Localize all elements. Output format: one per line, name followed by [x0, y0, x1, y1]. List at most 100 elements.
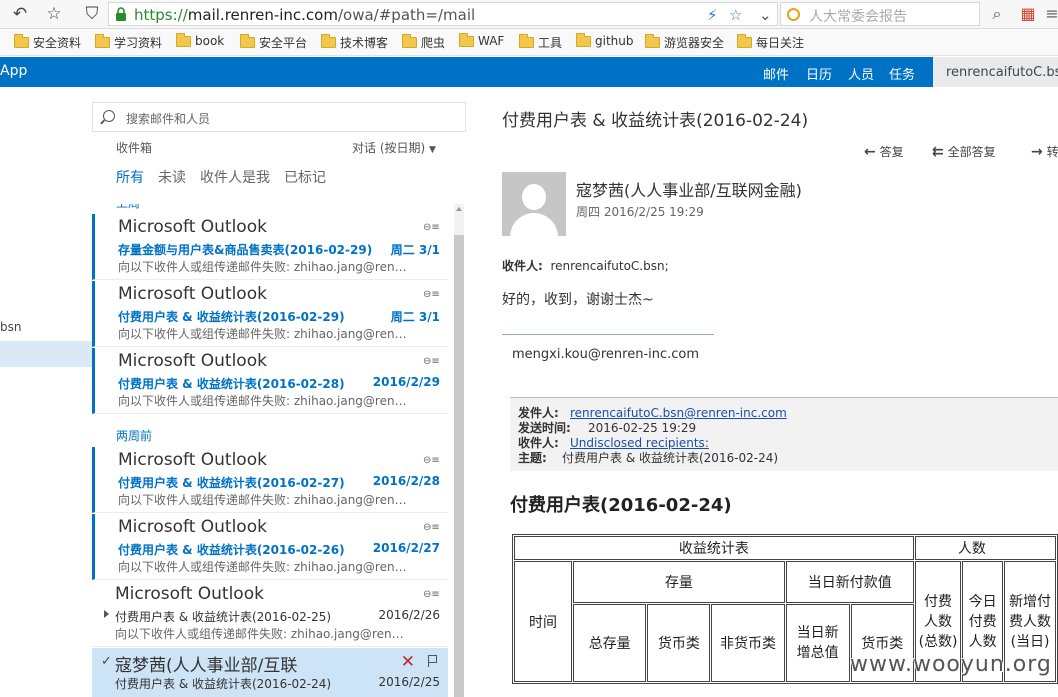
list-scrollbar[interactable]: [454, 204, 464, 697]
bookmark-item[interactable]: 爬虫: [402, 34, 445, 51]
bookmark-item[interactable]: 每日关注: [737, 34, 804, 51]
nav-tasks[interactable]: 任务: [889, 64, 915, 83]
email-body: 好的，收到，谢谢士杰~: [502, 292, 654, 308]
message-preview: 向以下收件人或组传递邮件失败: zhihao.jang@ren…: [115, 627, 404, 641]
nav-people[interactable]: 人员: [848, 64, 874, 83]
app-launcher-label[interactable]: App: [0, 63, 27, 79]
bookmark-item[interactable]: 安全资料: [14, 34, 81, 51]
scrollbar-thumb[interactable]: [454, 235, 464, 697]
message-item[interactable]: Microsoft Outlook ⊖≡ 付费用户表 & 收益统计表(2016-…: [92, 281, 448, 347]
watermark: www.wooyun.org: [850, 652, 1052, 677]
filter-unread[interactable]: 未读: [158, 167, 186, 187]
bookmark-star-icon[interactable]: ☆: [42, 3, 66, 25]
bookmark-item[interactable]: 游览器安全: [645, 34, 724, 51]
table-title: 付费用户表(2016-02-24): [510, 495, 732, 516]
folder-icon: [645, 34, 660, 48]
message-preview: 向以下收件人或组传递邮件失败: zhihao.jang@ren…: [118, 493, 407, 507]
folder-icon: [95, 34, 110, 48]
message-sender: Microsoft Outlook: [115, 584, 264, 604]
message-date: 周二 3/1: [390, 310, 440, 324]
filter-to-me[interactable]: 收件人是我: [200, 167, 270, 187]
sort-dropdown[interactable]: 对话 (按日期) ▼: [352, 139, 436, 156]
shield-icon[interactable]: ⛉: [80, 3, 104, 25]
chevron-down-icon[interactable]: ⌄: [759, 5, 772, 25]
message-subject: 付费用户表 & 收益统计表(2016-02-29): [118, 310, 345, 324]
undeliverable-icon: ⊖≡: [423, 289, 440, 300]
message-sender: 寇梦茜(人人事业部/互联: [115, 656, 298, 676]
bookmark-item[interactable]: 学习资料: [95, 34, 162, 51]
message-preview: 向以下收件人或组传递邮件失败: zhihao.jang@ren…: [118, 327, 407, 341]
quoted-from-link[interactable]: renrencaifutoC.bsn@renren-inc.com: [570, 406, 787, 420]
message-item[interactable]: Microsoft Outlook ⊖≡ 付费用户表 & 收益统计表(2016-…: [92, 447, 448, 513]
nav-calendar[interactable]: 日历: [806, 64, 832, 83]
forward-button[interactable]: → 转: [1031, 143, 1058, 160]
bookmark-item[interactable]: WAF: [459, 32, 504, 48]
checkmark-icon[interactable]: ✓: [101, 654, 112, 669]
folder-title: 收件箱: [116, 141, 153, 155]
folder-icon: [321, 34, 336, 48]
search-placeholder: 搜索邮件和人员: [126, 112, 211, 126]
group-header: 两周前: [116, 429, 153, 443]
sender-name[interactable]: 寇梦茜(人人事业部/互联网金融): [576, 177, 802, 201]
message-item-selected[interactable]: ✓ 寇梦茜(人人事业部/互联 ✕ 付费用户表 & 收益统计表(2016-02-2…: [92, 648, 448, 697]
favorite-star-icon[interactable]: ☆: [729, 5, 742, 25]
folder-icon: [402, 34, 417, 48]
table-header-cell: 时间: [514, 561, 573, 682]
message-preview: 向以下收件人或组传递邮件失败: zhihao.jang@ren…: [118, 260, 407, 274]
bookmarks-bar: 安全资料 学习资料 book 安全平台 技术博客 爬虫 WAF 工具 githu…: [0, 29, 1058, 56]
message-subject: 付费用户表 & 收益统计表(2016-02-25): [115, 610, 332, 624]
bookmark-item[interactable]: 工具: [519, 34, 562, 51]
message-item[interactable]: Microsoft Outlook ⊖≡ 存量金额与用户表&商品售卖表(2016…: [92, 214, 448, 280]
delete-icon[interactable]: ✕: [401, 652, 415, 672]
url-text: https://mail.renren-inc.com/owa/#path=/m…: [134, 6, 476, 24]
recipient-value[interactable]: renrencaifutoC.bsn;: [550, 259, 668, 273]
folder-pane: bsn: [0, 87, 92, 697]
message-date: 2016/2/27: [372, 541, 440, 555]
user-account[interactable]: renrencaifutoC.bsn: [933, 57, 1058, 87]
undeliverable-icon: ⊖≡: [423, 455, 440, 466]
sent-date: 周四 2016/2/25 19:29: [576, 205, 704, 219]
undo-icon[interactable]: ↶: [8, 3, 32, 25]
message-item[interactable]: Microsoft Outlook ⊖≡ 付费用户表 & 收益统计表(2016-…: [92, 581, 448, 647]
table-header-cell: 非货币类: [711, 604, 785, 682]
folder-item-inbox-selected[interactable]: [0, 341, 92, 367]
owa-header: App 邮件 日历 人员 任务 renrencaifutoC.bsn: [0, 57, 1058, 87]
undeliverable-icon: ⊖≡: [423, 522, 440, 533]
undeliverable-icon: ⊖≡: [423, 589, 440, 600]
nav-mail[interactable]: 邮件: [763, 64, 789, 83]
reply-all-button[interactable]: ⇇ 全部答复: [932, 143, 996, 160]
search-icon[interactable]: ⌕: [985, 3, 1009, 25]
folder-item-account[interactable]: bsn: [0, 320, 21, 334]
message-sender: Microsoft Outlook: [118, 450, 267, 470]
flag-icon[interactable]: [428, 655, 437, 667]
message-subject: 付费用户表 & 收益统计表(2016-02-26): [118, 543, 345, 557]
lightning-icon[interactable]: ⚡: [707, 5, 718, 25]
bookmark-item[interactable]: github: [576, 32, 633, 48]
apps-icon[interactable]: ▦: [1016, 3, 1040, 25]
bookmark-item[interactable]: book: [176, 32, 224, 48]
message-item[interactable]: Microsoft Outlook ⊖≡ 付费用户表 & 收益统计表(2016-…: [92, 348, 448, 414]
menu-icon[interactable]: ≡: [1040, 3, 1058, 25]
message-sender: Microsoft Outlook: [118, 217, 267, 237]
bookmark-item[interactable]: 安全平台: [240, 34, 307, 51]
message-date: 2016/2/26: [378, 608, 440, 622]
mail-search-input[interactable]: 搜索邮件和人员: [92, 102, 466, 132]
message-preview: 向以下收件人或组传递邮件失败: zhihao.jang@ren…: [118, 394, 407, 408]
browser-search-box[interactable]: 人大常委会报告: [780, 2, 980, 26]
message-date: 2016/2/29: [372, 375, 440, 389]
address-bar[interactable]: https://mail.renren-inc.com/owa/#path=/m…: [108, 2, 778, 26]
reply-button[interactable]: ← 答复: [864, 143, 904, 160]
bookmark-item[interactable]: 技术博客: [321, 34, 388, 51]
filter-all[interactable]: 所有: [116, 167, 144, 187]
scroll-up-arrow-icon[interactable]: [456, 207, 462, 211]
message-list-pane: 搜索邮件和人员 收件箱 对话 (按日期) ▼ 所有 未读 收件人是我 已标记 上…: [92, 87, 466, 697]
expand-conversation-icon[interactable]: [104, 610, 109, 618]
dropdown-arrow-icon: ▼: [429, 145, 436, 155]
message-date: 2016/2/28: [372, 474, 440, 488]
quoted-to-link[interactable]: Undisclosed recipients:: [570, 436, 709, 450]
folder-icon: [240, 34, 255, 48]
filter-flagged[interactable]: 已标记: [284, 167, 326, 187]
folder-icon: [459, 32, 474, 47]
message-item[interactable]: Microsoft Outlook ⊖≡ 付费用户表 & 收益统计表(2016-…: [92, 514, 448, 580]
search-placeholder: 人大常委会报告: [809, 9, 907, 25]
